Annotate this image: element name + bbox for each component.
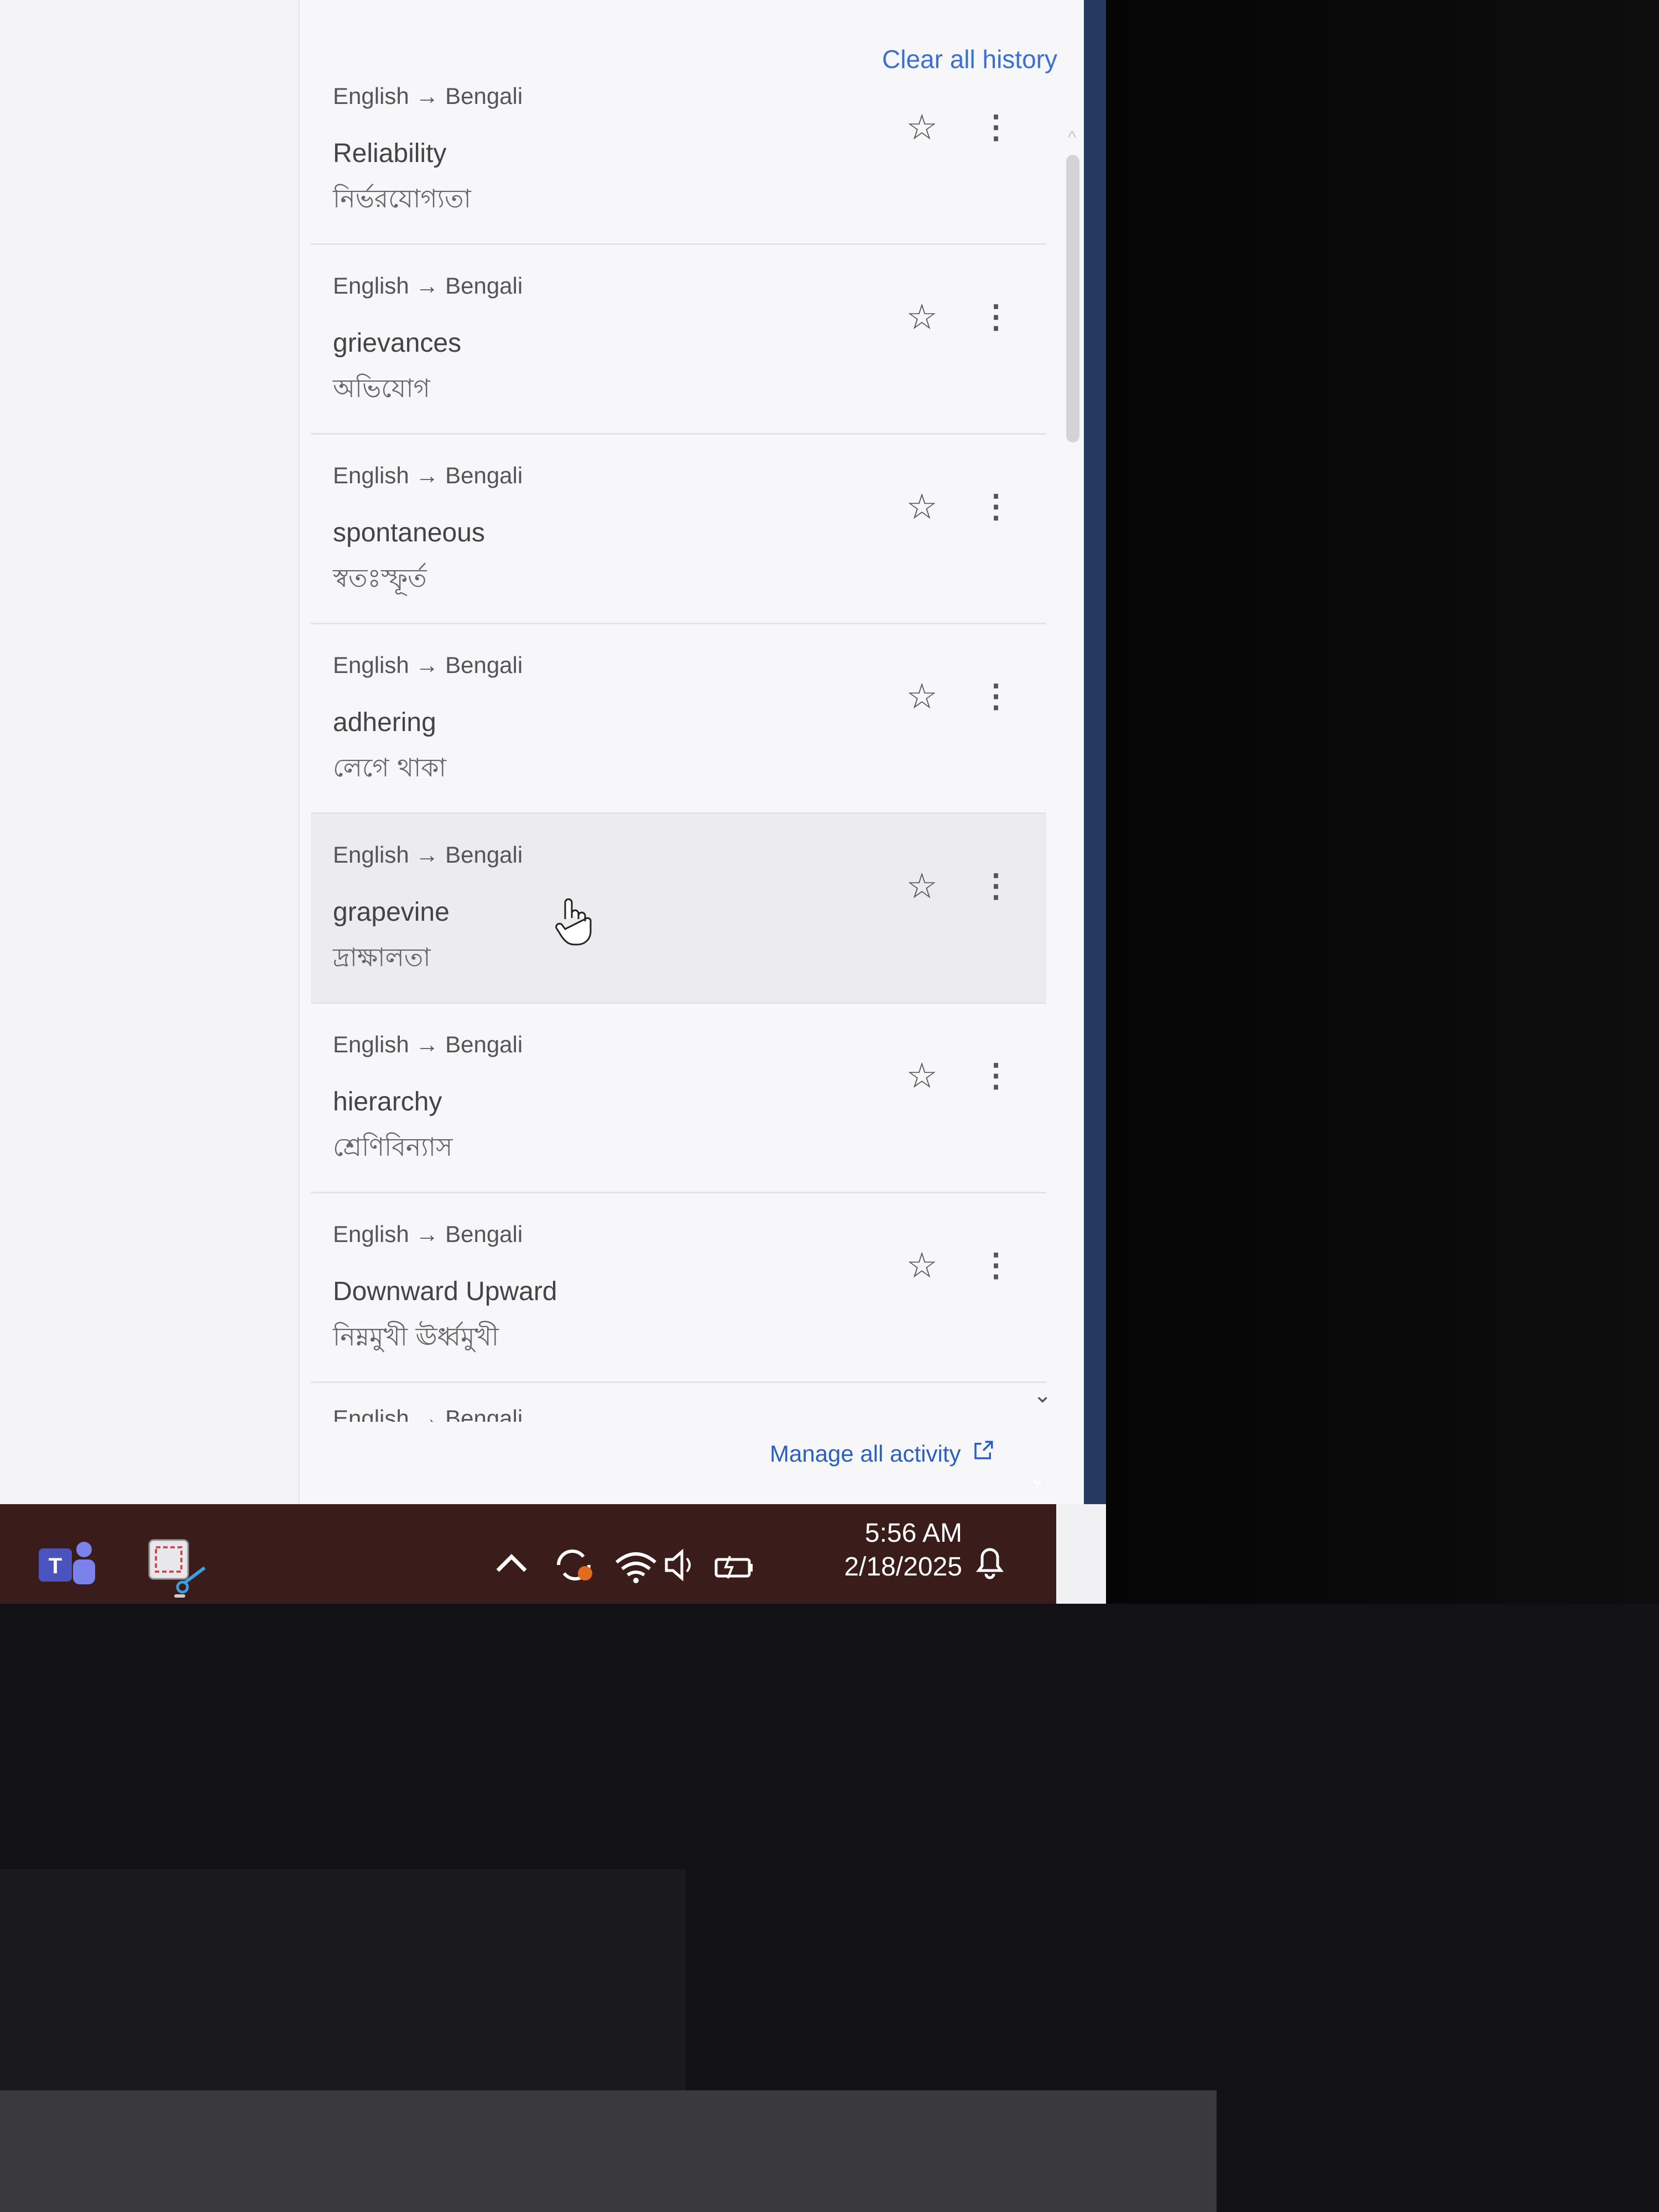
language-pair: English → Bengali bbox=[333, 1221, 523, 1247]
source-text: Reliability bbox=[333, 139, 447, 168]
monitor-stand bbox=[0, 1869, 686, 2101]
history-list: English → Bengali Reliability নির্ভরযোগ্… bbox=[311, 55, 1046, 1422]
source-text: grievances bbox=[333, 328, 462, 358]
translated-text: লেগে থাকা bbox=[333, 753, 446, 782]
language-pair: English → Bengali bbox=[333, 83, 523, 109]
history-entry[interactable]: English → Bengali grievances অভিযোগ ☆ ⋮ bbox=[311, 245, 1046, 435]
more-options-icon[interactable]: ⋮ bbox=[980, 1056, 1012, 1095]
translated-text: অভিযোগ bbox=[333, 373, 430, 403]
history-entry[interactable]: English → Bengali spontaneous স্বতঃস্ফূর… bbox=[311, 435, 1046, 624]
star-icon[interactable]: ☆ bbox=[902, 677, 941, 716]
star-icon[interactable]: ☆ bbox=[902, 487, 941, 526]
more-options-icon[interactable]: ⋮ bbox=[980, 108, 1012, 147]
volume-icon[interactable] bbox=[665, 1548, 691, 1582]
translated-text: দ্রাক্ষালতা bbox=[333, 942, 431, 972]
source-text: grapevine bbox=[333, 898, 450, 927]
translated-text: নির্ভরযোগ্যতা bbox=[333, 184, 471, 213]
more-options-icon[interactable]: ⋮ bbox=[980, 487, 1012, 526]
chevron-up-icon[interactable]: ^ bbox=[1068, 127, 1076, 148]
history-entry[interactable]: English → Bengali hierarchy শ্রেণিবিন্যা… bbox=[311, 1004, 1046, 1193]
battery-icon[interactable] bbox=[714, 1556, 753, 1579]
history-entry[interactable]: English → Bengali Reliability নির্ভরযোগ্… bbox=[311, 55, 1046, 245]
system-tray bbox=[496, 1548, 753, 1583]
more-options-icon[interactable]: ⋮ bbox=[980, 298, 1012, 336]
translated-text: শ্রেণিবিন্যাস bbox=[333, 1132, 453, 1162]
language-pair: English → Bengali bbox=[333, 273, 523, 299]
star-icon[interactable]: ☆ bbox=[902, 108, 941, 147]
teams-icon[interactable]: T bbox=[39, 1537, 100, 1590]
monitor-screen: Clear all history English → Bengali Reli… bbox=[0, 0, 1106, 1604]
translated-text: নিম্নমুখী ঊর্ধ্বমুখী bbox=[333, 1322, 499, 1352]
open-in-new-icon[interactable] bbox=[972, 1439, 995, 1462]
star-icon[interactable]: ☆ bbox=[902, 298, 941, 336]
star-icon[interactable]: ☆ bbox=[902, 1246, 941, 1285]
language-pair: English → Bengali bbox=[333, 1405, 523, 1422]
hand-cursor-icon bbox=[555, 898, 592, 946]
history-entry[interactable]: English → Bengali adhering লেগে থাকা ☆ ⋮ bbox=[311, 624, 1046, 814]
notification-bell-icon[interactable] bbox=[973, 1543, 1006, 1582]
svg-text:T: T bbox=[49, 1554, 62, 1578]
source-text: adhering bbox=[333, 708, 436, 737]
language-pair: English → Bengali bbox=[333, 1031, 523, 1057]
history-entry[interactable]: English → Bengali Downward Upward নিম্নম… bbox=[311, 1193, 1046, 1383]
language-pair: English → Bengali bbox=[333, 652, 523, 678]
language-pair: English → Bengali bbox=[333, 462, 523, 488]
more-options-icon[interactable]: ⋮ bbox=[980, 867, 1012, 905]
star-icon[interactable]: ☆ bbox=[902, 1056, 941, 1095]
manage-all-activity-link[interactable]: Manage all activity bbox=[770, 1441, 961, 1467]
scrollbar-thumb[interactable] bbox=[1066, 155, 1079, 442]
window-edge bbox=[1084, 0, 1106, 1504]
more-options-icon[interactable]: ⋮ bbox=[980, 677, 1012, 716]
history-entry-partial[interactable]: English → Bengali bbox=[311, 1383, 1046, 1422]
translated-text: স্বতঃস্ফূর্ত bbox=[333, 563, 427, 593]
clock[interactable]: 5:56 AM 2/18/2025 bbox=[830, 1518, 962, 1582]
snipping-tool-icon[interactable] bbox=[144, 1537, 210, 1598]
sync-icon[interactable] bbox=[557, 1550, 592, 1580]
chevron-down-icon[interactable]: ⌄ bbox=[1033, 1383, 1052, 1408]
source-text: hierarchy bbox=[333, 1087, 442, 1117]
more-options-icon[interactable]: ⋮ bbox=[980, 1246, 1012, 1285]
star-icon[interactable]: ☆ bbox=[902, 867, 941, 905]
history-entry[interactable]: English → Bengali grapevine দ্রাক্ষালতা … bbox=[311, 814, 1046, 1004]
source-text: spontaneous bbox=[333, 518, 485, 547]
show-hidden-icons-icon[interactable] bbox=[496, 1554, 527, 1572]
wifi-icon[interactable] bbox=[615, 1552, 656, 1583]
source-text: Downward Upward bbox=[333, 1277, 557, 1306]
scrollbar[interactable] bbox=[1066, 122, 1079, 1366]
clock-date: 2/18/2025 bbox=[844, 1552, 962, 1582]
desk-surface bbox=[0, 2090, 1217, 2212]
taskbar: T 5:56 AM 2/18/2025 bbox=[0, 1504, 1056, 1604]
language-pair: English → Bengali bbox=[333, 842, 523, 868]
clock-time: 5:56 AM bbox=[864, 1519, 962, 1548]
chevron-down-icon[interactable]: ⌄ bbox=[1029, 1465, 1046, 1490]
left-pane bbox=[0, 0, 300, 1504]
history-panel: Clear all history English → Bengali Reli… bbox=[299, 0, 1085, 1504]
